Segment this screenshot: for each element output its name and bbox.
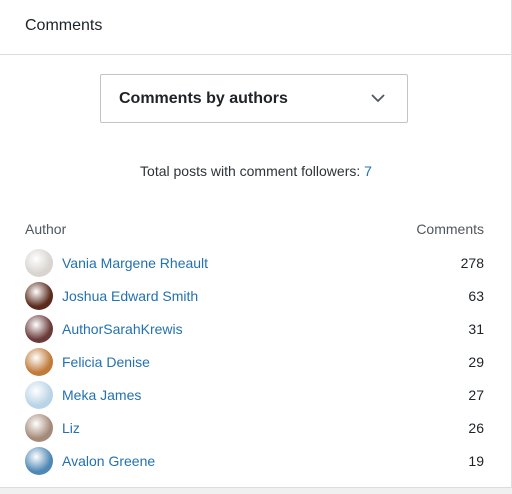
avatar [25,413,53,442]
page-footer-strip [0,488,512,494]
comment-count: 63 [468,287,484,304]
comments-column-header: Comments [416,221,484,237]
chevron-down-icon [371,94,385,103]
avatar [25,347,53,376]
comments-filter-select[interactable]: Comments by authors [100,74,408,123]
filter-selected-label: Comments by authors [119,89,288,107]
table-header: Author Comments [25,221,484,237]
comment-count: 19 [468,452,484,469]
avatar [25,380,53,409]
authors-list: Vania Margene Rheault 278 Joshua Edward … [25,246,484,477]
author-link[interactable]: Meka James [62,387,468,403]
summary-line: Total posts with comment followers: 7 [0,163,512,179]
avatar [25,314,53,343]
summary-count-link[interactable]: 7 [364,163,372,179]
table-row: Liz 26 [25,411,484,444]
comment-count: 278 [460,254,484,271]
author-link[interactable]: Vania Margene Rheault [62,255,461,271]
summary-text: Total posts with comment followers: [140,163,365,179]
table-row: Felicia Denise 29 [25,345,484,378]
panel-header: Comments [0,0,511,55]
author-link[interactable]: Felicia Denise [62,354,468,370]
comment-count: 27 [468,386,484,403]
table-row: Meka James 27 [25,378,484,411]
table-row: Avalon Greene 19 [25,444,484,477]
comment-count: 29 [468,353,484,370]
avatar [25,446,53,475]
author-link[interactable]: AuthorSarahKrewis [62,321,468,337]
author-column-header: Author [25,221,67,237]
comment-count: 26 [468,419,484,436]
avatar [25,281,53,310]
comment-count: 31 [468,320,484,337]
comments-panel: Comments Comments by authors Total posts… [0,0,512,488]
table-row: Vania Margene Rheault 278 [25,246,484,279]
author-link[interactable]: Avalon Greene [62,453,468,469]
panel-title: Comments [25,16,103,34]
table-row: AuthorSarahKrewis 31 [25,312,484,345]
avatar [25,248,53,277]
author-link[interactable]: Liz [62,420,468,436]
table-row: Joshua Edward Smith 63 [25,279,484,312]
author-link[interactable]: Joshua Edward Smith [62,288,468,304]
